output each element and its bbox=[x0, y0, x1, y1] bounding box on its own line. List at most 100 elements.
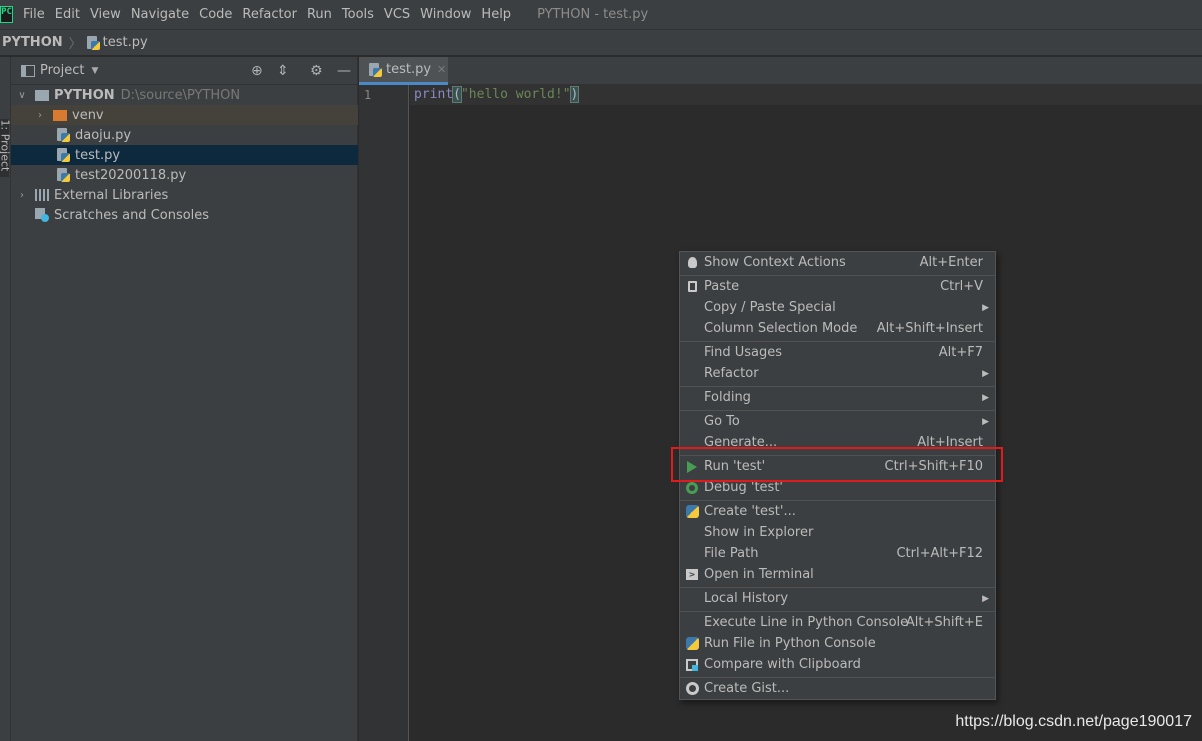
collapse-all-icon[interactable]: ⇕ bbox=[277, 63, 289, 79]
menu-item-paste[interactable]: Paste Ctrl+V bbox=[680, 276, 995, 297]
menu-item-label: Copy / Paste Special bbox=[704, 300, 836, 315]
code-open-paren: ( bbox=[452, 86, 462, 103]
menu-item-go-to[interactable]: Go To ▶ bbox=[680, 411, 995, 432]
menu-window[interactable]: Window bbox=[420, 7, 471, 22]
line-number-gutter: 1 bbox=[359, 85, 409, 741]
menu-item-compare-with-clipboard[interactable]: Compare with Clipboard bbox=[680, 654, 995, 675]
menu-item-label: Find Usages bbox=[704, 345, 783, 360]
tree-root-label: PYTHON bbox=[54, 87, 115, 103]
menu-item-copy-paste-special[interactable]: Copy / Paste Special ▶ bbox=[680, 297, 995, 318]
code-line[interactable]: print("hello world!") bbox=[414, 86, 580, 103]
tree-file-label: test.py bbox=[75, 147, 121, 163]
menu-view[interactable]: View bbox=[90, 7, 121, 22]
menu-item-create-gist[interactable]: Create Gist... bbox=[680, 678, 995, 699]
tab-label: test.py bbox=[386, 62, 432, 77]
tree-scratches-label: Scratches and Consoles bbox=[54, 207, 210, 223]
submenu-arrow-icon: ▶ bbox=[982, 392, 989, 403]
run-icon bbox=[684, 459, 700, 475]
menu-item-show-in-explorer[interactable]: Show in Explorer bbox=[680, 522, 995, 543]
menu-item-shortcut: Alt+Shift+E bbox=[905, 615, 983, 630]
chevron-down-icon[interactable]: ∨ bbox=[17, 90, 27, 101]
compare-icon bbox=[684, 657, 700, 673]
tree-item-scratches[interactable]: Scratches and Consoles bbox=[11, 205, 358, 225]
menu-run[interactable]: Run bbox=[307, 7, 332, 22]
menu-item-label: Go To bbox=[704, 414, 740, 429]
python-icon bbox=[684, 504, 700, 520]
menu-file[interactable]: File bbox=[23, 7, 45, 22]
menu-item-local-history[interactable]: Local History ▶ bbox=[680, 588, 995, 609]
menu-item-label: File Path bbox=[704, 546, 759, 561]
tree-item-daoju[interactable]: daoju.py bbox=[11, 125, 358, 145]
debug-icon bbox=[684, 480, 700, 496]
menu-item-debug-test[interactable]: Debug 'test' bbox=[680, 477, 995, 498]
menu-item-label: Open in Terminal bbox=[704, 567, 814, 582]
menu-help[interactable]: Help bbox=[481, 7, 511, 22]
menu-refactor[interactable]: Refactor bbox=[242, 7, 297, 22]
tree-item-test[interactable]: test.py bbox=[11, 145, 358, 165]
menu-item-shortcut: Ctrl+Alt+F12 bbox=[896, 546, 983, 561]
tab-test-py[interactable]: test.py ✕ bbox=[359, 57, 448, 85]
menu-item-open-in-terminal[interactable]: > Open in Terminal bbox=[680, 564, 995, 585]
menu-item-shortcut: Ctrl+Shift+F10 bbox=[884, 459, 983, 474]
locate-icon[interactable]: ⊕ bbox=[251, 63, 263, 79]
paste-icon bbox=[684, 279, 700, 295]
editor-context-menu: Show Context Actions Alt+Enter Paste Ctr… bbox=[679, 251, 996, 700]
tree-file-label: test20200118.py bbox=[75, 167, 187, 183]
tree-item-root[interactable]: ∨ PYTHON D:\source\PYTHON bbox=[11, 85, 358, 105]
menu-edit[interactable]: Edit bbox=[55, 7, 80, 22]
menu-tools[interactable]: Tools bbox=[342, 7, 374, 22]
library-icon bbox=[35, 189, 49, 201]
tree-item-external-libraries[interactable]: › External Libraries bbox=[11, 185, 358, 205]
close-icon[interactable]: ✕ bbox=[437, 63, 446, 76]
breadcrumb: PYTHON 〉 test.py bbox=[0, 30, 1202, 56]
menu-item-refactor[interactable]: Refactor ▶ bbox=[680, 363, 995, 384]
tree-file-label: daoju.py bbox=[75, 127, 132, 143]
pycharm-logo-icon: PC bbox=[0, 6, 13, 23]
menu-item-find-usages[interactable]: Find Usages Alt+F7 bbox=[680, 342, 995, 363]
menu-item-folding[interactable]: Folding ▶ bbox=[680, 387, 995, 408]
tree-venv-label: venv bbox=[72, 107, 104, 123]
menu-item-execute-line[interactable]: Execute Line in Python Console Alt+Shift… bbox=[680, 612, 995, 633]
submenu-arrow-icon: ▶ bbox=[982, 368, 989, 379]
project-view-selector[interactable]: Project bbox=[40, 63, 84, 78]
menu-item-shortcut: Alt+F7 bbox=[938, 345, 983, 360]
hide-icon[interactable]: — bbox=[337, 63, 351, 79]
bulb-icon bbox=[684, 255, 700, 271]
menu-navigate[interactable]: Navigate bbox=[131, 7, 189, 22]
watermark: https://blog.csdn.net/page190017 bbox=[955, 713, 1192, 730]
menu-item-label: Refactor bbox=[704, 366, 759, 381]
menu-vcs[interactable]: VCS bbox=[384, 7, 410, 22]
chevron-right-icon[interactable]: › bbox=[35, 110, 45, 121]
folder-icon bbox=[53, 109, 67, 121]
code-string: "hello world!" bbox=[460, 87, 571, 102]
menu-item-label: Run 'test' bbox=[704, 459, 766, 474]
tree-item-venv[interactable]: › venv bbox=[11, 105, 358, 125]
menu-item-create-test[interactable]: Create 'test'... bbox=[680, 501, 995, 522]
menu-item-label: Debug 'test' bbox=[704, 480, 783, 495]
tree-item-test20200118[interactable]: test20200118.py bbox=[11, 165, 358, 185]
menu-item-label: Folding bbox=[704, 390, 751, 405]
menu-item-column-selection-mode[interactable]: Column Selection Mode Alt+Shift+Insert bbox=[680, 318, 995, 339]
menu-item-run-file-in-console[interactable]: Run File in Python Console bbox=[680, 633, 995, 654]
menu-item-label: Show in Explorer bbox=[704, 525, 814, 540]
breadcrumb-project[interactable]: PYTHON bbox=[2, 35, 63, 50]
tree-root-path: D:\source\PYTHON bbox=[120, 87, 241, 103]
chevron-down-icon[interactable]: ▼ bbox=[91, 66, 98, 76]
github-icon bbox=[684, 681, 700, 697]
breadcrumb-file[interactable]: test.py bbox=[103, 35, 148, 50]
project-tool-label: 1: Project bbox=[0, 119, 12, 172]
python-file-icon bbox=[56, 128, 70, 142]
menu-item-shortcut: Alt+Shift+Insert bbox=[876, 321, 983, 336]
menu-item-run-test[interactable]: Run 'test' Ctrl+Shift+F10 bbox=[680, 456, 995, 477]
menu-item-shortcut: Ctrl+V bbox=[940, 279, 983, 294]
menu-item-file-path[interactable]: File Path Ctrl+Alt+F12 bbox=[680, 543, 995, 564]
menu-item-label: Column Selection Mode bbox=[704, 321, 858, 336]
python-icon bbox=[684, 636, 700, 652]
project-tool-button[interactable]: 1: Project bbox=[0, 119, 12, 177]
menu-code[interactable]: Code bbox=[199, 7, 232, 22]
menu-item-show-context-actions[interactable]: Show Context Actions Alt+Enter bbox=[680, 252, 995, 273]
chevron-right-icon[interactable]: › bbox=[17, 190, 27, 201]
gear-icon[interactable]: ⚙ bbox=[310, 63, 323, 79]
menu-item-generate[interactable]: Generate... Alt+Insert bbox=[680, 432, 995, 453]
folder-icon bbox=[35, 89, 49, 101]
